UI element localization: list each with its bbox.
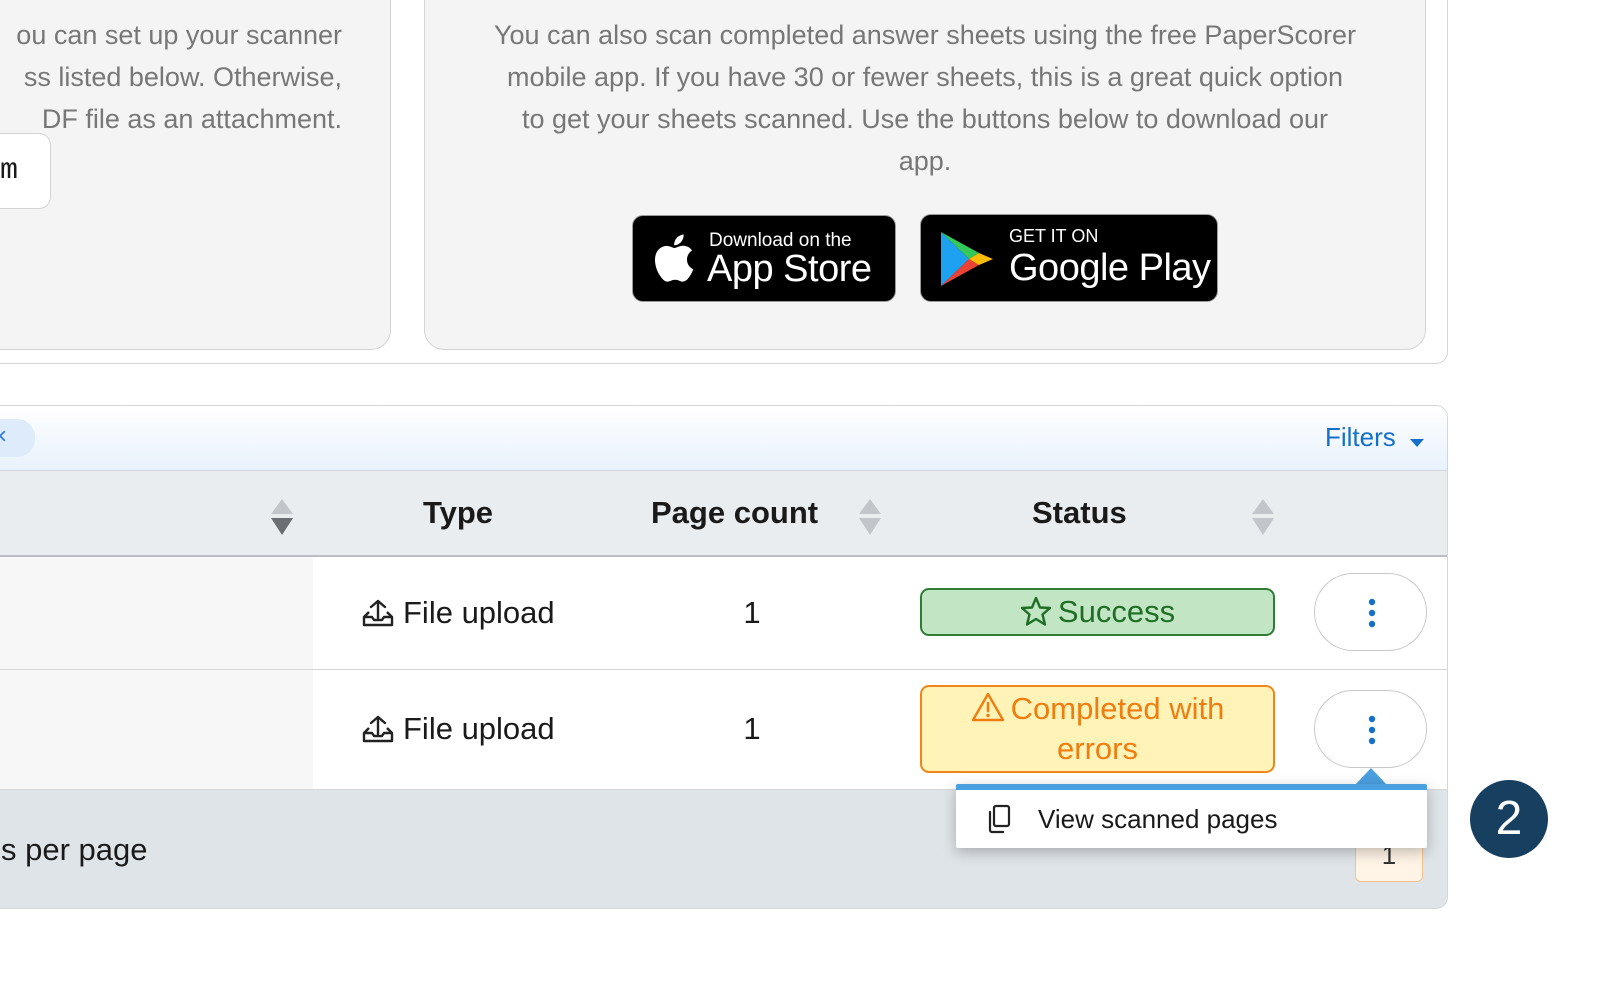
mobile-app-line: to get your sheets scanned. Use the butt… [521, 104, 1329, 134]
status-label-line: errors [1057, 731, 1138, 766]
type-cell: File upload [361, 595, 555, 631]
menu-item-label: View scanned pages [1038, 804, 1278, 834]
kebab-menu-icon [1368, 597, 1376, 634]
filter-bar: × Filters [0, 406, 1447, 471]
type-cell: File upload [361, 711, 555, 747]
kebab-menu-icon [1368, 714, 1376, 751]
page-count-cell: 1 [743, 595, 761, 630]
row-actions-button[interactable] [1314, 573, 1427, 651]
google-play-big-text: Google Play [1009, 247, 1211, 289]
caret-down-icon [1409, 424, 1425, 455]
row-actions-menu: View scanned pages [956, 784, 1427, 848]
warning-icon [971, 692, 1004, 722]
apple-icon [651, 232, 695, 289]
google-play-button[interactable]: GET IT ON Google Play [920, 214, 1218, 302]
sort-icon[interactable] [1250, 497, 1276, 542]
email-instructions-line: DF file as an attachment. [41, 104, 342, 134]
status-badge: Completed with errors [920, 685, 1275, 773]
google-play-icon [939, 229, 995, 294]
active-filter-chip: × [0, 419, 35, 457]
type-label: File upload [403, 711, 555, 746]
copy-pages-icon [986, 804, 1012, 839]
filters-label: Filters [1324, 422, 1396, 452]
dropdown-arrow [1355, 768, 1387, 785]
type-label: File upload [403, 595, 555, 630]
rows-per-page-label: s per page [1, 832, 148, 867]
mobile-app-line: app. [898, 146, 952, 176]
scan-email-address[interactable]: r.com [0, 133, 51, 209]
app-store-big-text: App Store [707, 248, 872, 290]
header-status[interactable]: Status [1032, 495, 1127, 531]
mobile-app-description: You can also scan completed answer sheet… [460, 14, 1390, 182]
email-instructions-line: ou can set up your scanner [16, 20, 342, 50]
mobile-app-line: You can also scan completed answer sheet… [493, 20, 1356, 50]
step-marker: 2 [1470, 780, 1548, 858]
google-play-small-text: GET IT ON [1009, 226, 1099, 246]
filters-button[interactable]: Filters [1325, 422, 1425, 455]
table-row: File upload 1 Success [0, 557, 1447, 670]
mobile-app-line: mobile app. If you have 30 or fewer shee… [507, 62, 1343, 92]
status-badge: Success [920, 588, 1275, 636]
table-row: File upload 1 Completed with errors [0, 670, 1447, 790]
upload-icon [362, 599, 394, 627]
table-header: Type Page count Status [0, 471, 1447, 557]
email-scan-card: ou can set up your scanner ss listed bel… [0, 0, 391, 350]
remove-filter-icon[interactable]: × [0, 423, 7, 451]
page-count-cell: 1 [743, 711, 761, 746]
sort-icon[interactable] [857, 497, 883, 542]
header-type: Type [423, 495, 494, 530]
status-label: Completed with [1010, 691, 1225, 726]
row-actions-button[interactable] [1314, 690, 1427, 768]
email-instructions: ou can set up your scanner ss listed bel… [0, 14, 342, 140]
sort-icon[interactable] [269, 497, 295, 542]
status-label-line: Completed with [922, 689, 1273, 729]
upload-icon [362, 715, 394, 743]
app-store-button[interactable]: Download on the App Store [632, 215, 896, 302]
email-instructions-line: ss listed below. Otherwise, [23, 62, 342, 92]
header-page-count[interactable]: Page count [651, 495, 818, 531]
star-icon [1020, 596, 1052, 626]
status-label: Success [1057, 594, 1176, 629]
menu-item-view-scanned-pages[interactable]: View scanned pages [956, 790, 1427, 848]
